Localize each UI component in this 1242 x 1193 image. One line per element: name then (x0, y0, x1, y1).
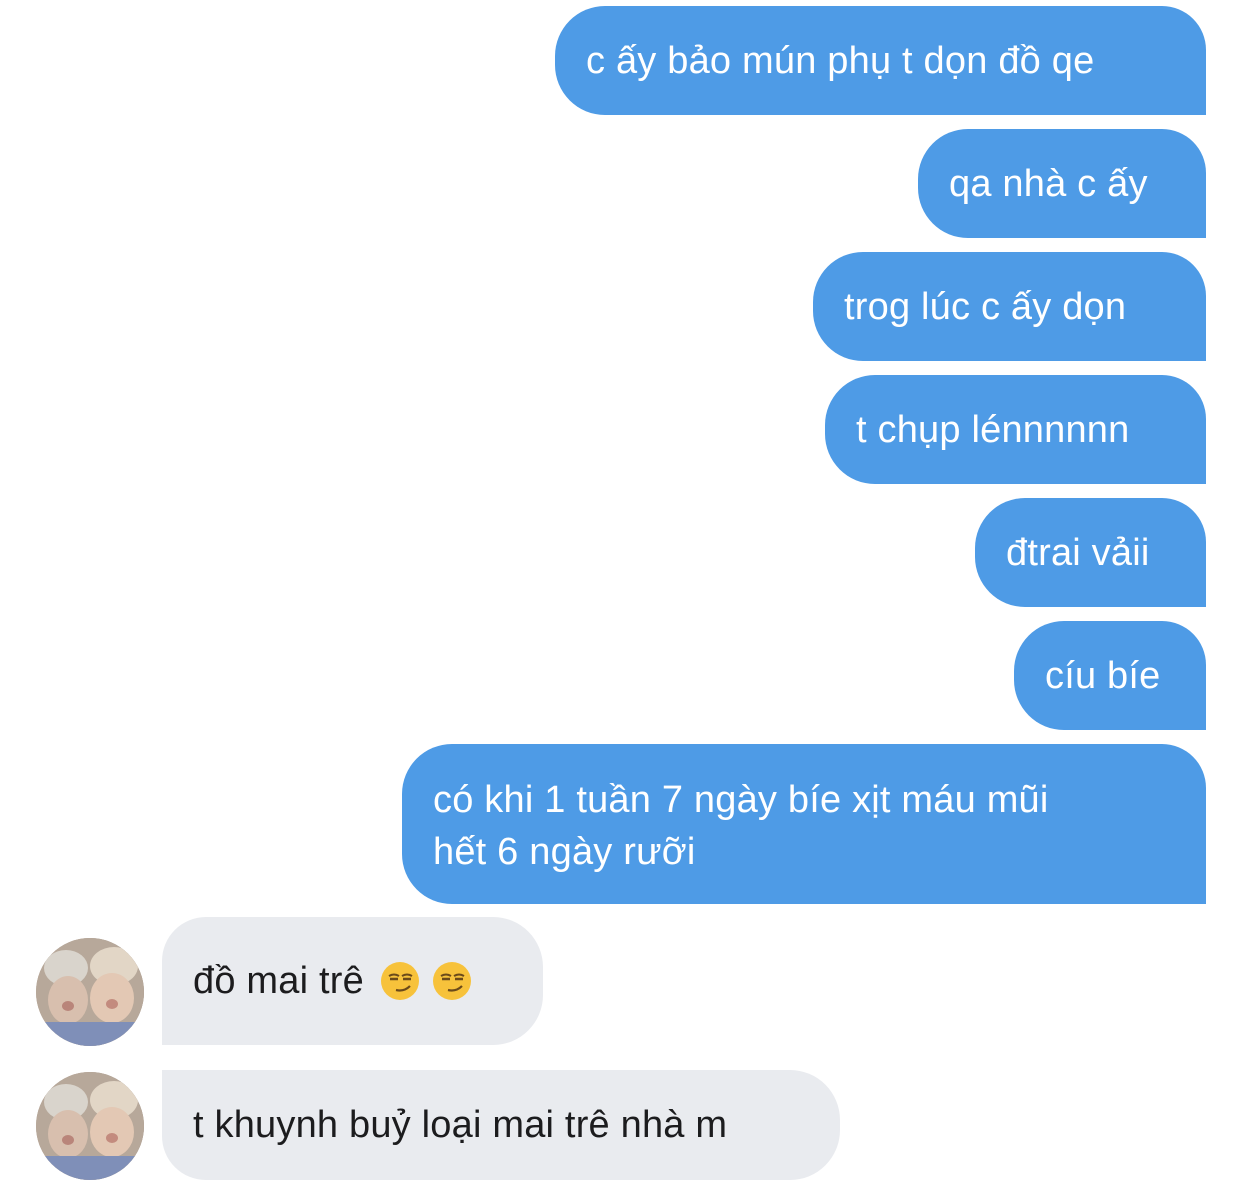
avatar-photo-icon (36, 1072, 144, 1180)
message-text: có khi 1 tuần 7 ngày bíe xịt máu mũi hết… (433, 779, 1049, 873)
message-text: đồ mai trê (193, 960, 364, 1002)
avatar[interactable] (36, 1072, 144, 1180)
message-text: cíu bíe (1045, 654, 1161, 697)
smirking-face-emoji (380, 962, 419, 1000)
outgoing-message[interactable]: qa nhà c ấy (918, 129, 1206, 238)
outgoing-message[interactable]: c ấy bảo mún phụ t dọn đồ qe (555, 6, 1206, 115)
message-text: t chụp lénnnnnn (856, 408, 1130, 451)
message-content: đồ mai trê (193, 955, 472, 1007)
message-text: đtrai vảii (1006, 531, 1150, 574)
message-text: c ấy bảo mún phụ t dọn đồ qe (586, 39, 1095, 82)
smirking-face-emoji (432, 962, 471, 1000)
message-text: t khuynh buỷ loại mai trê nhà m (193, 1104, 728, 1146)
incoming-message[interactable]: đồ mai trê (162, 917, 543, 1045)
outgoing-message[interactable]: đtrai vảii (975, 498, 1206, 607)
message-text: qa nhà c ấy (949, 162, 1148, 205)
outgoing-message[interactable]: cíu bíe (1014, 621, 1206, 730)
message-text: trog lúc c ấy dọn (844, 285, 1127, 328)
outgoing-message[interactable]: trog lúc c ấy dọn (813, 252, 1206, 361)
avatar[interactable] (36, 938, 144, 1046)
avatar-photo-icon (36, 938, 144, 1046)
incoming-message[interactable]: t khuynh buỷ loại mai trê nhà m (162, 1070, 840, 1180)
outgoing-message[interactable]: có khi 1 tuần 7 ngày bíe xịt máu mũi hết… (402, 744, 1206, 904)
outgoing-message[interactable]: t chụp lénnnnnn (825, 375, 1206, 484)
